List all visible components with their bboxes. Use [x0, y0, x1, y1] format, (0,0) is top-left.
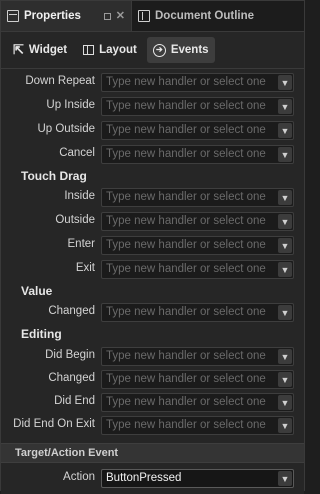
dropdown-arrow-icon[interactable]: ▼: [278, 305, 292, 320]
dropdown-arrow-icon[interactable]: ▼: [278, 238, 292, 253]
event-row: Changed Type new handler or select one ▼: [1, 368, 304, 392]
subtab-widget-label: Widget: [28, 44, 68, 56]
handler-combo[interactable]: Type new handler or select one ▼: [101, 303, 294, 322]
event-row: Did Begin Type new handler or select one…: [1, 345, 304, 369]
event-label: Exit: [75, 262, 95, 274]
dropdown-arrow-icon[interactable]: ▼: [278, 99, 292, 114]
dropdown-arrow-icon[interactable]: ▼: [278, 147, 292, 162]
handler-placeholder: Type new handler or select one: [106, 396, 266, 408]
handler-combo[interactable]: Type new handler or select one ▼: [101, 393, 294, 412]
handler-placeholder: Type new handler or select one: [106, 419, 266, 431]
subtab-events[interactable]: ➔ Events: [146, 37, 215, 63]
event-label: Down Repeat: [25, 75, 95, 87]
events-icon: ➔: [152, 43, 166, 57]
document-outline-icon: [138, 10, 150, 22]
tab-outline-label: Document Outline: [155, 10, 255, 22]
handler-combo[interactable]: Type new handler or select one ▼: [101, 260, 294, 279]
handler-placeholder: Type new handler or select one: [106, 148, 266, 160]
event-row: Outside Type new handler or select one ▼: [1, 210, 304, 234]
event-row: Enter Type new handler or select one ▼: [1, 234, 304, 258]
section-editing: Editing: [21, 327, 62, 341]
subtab-layout[interactable]: Layout: [77, 37, 143, 63]
handler-combo[interactable]: Type new handler or select one ▼: [101, 145, 294, 164]
action-combo[interactable]: ButtonPressed ▼: [101, 469, 294, 488]
target-action-header: Target/Action Event: [1, 443, 304, 463]
dropdown-arrow-icon[interactable]: ▼: [278, 372, 292, 387]
handler-placeholder: Type new handler or select one: [106, 100, 266, 112]
subtab-widget[interactable]: ⇱ Widget: [7, 37, 73, 63]
handler-placeholder: Type new handler or select one: [106, 306, 266, 318]
event-row: Did End Type new handler or select one ▼: [1, 391, 304, 415]
section-value: Value: [21, 284, 53, 298]
handler-placeholder: Type new handler or select one: [106, 373, 266, 385]
event-row: Down Repeat Type new handler or select o…: [1, 71, 304, 95]
tab-properties-label: Properties: [24, 10, 81, 22]
event-row: Up Inside Type new handler or select one…: [1, 95, 304, 119]
handler-placeholder: Type new handler or select one: [106, 76, 266, 88]
event-row: Exit Type new handler or select one ▼: [1, 258, 304, 282]
action-row: Action ButtonPressed ▼: [1, 467, 304, 491]
action-value: ButtonPressed: [106, 472, 182, 484]
handler-combo[interactable]: Type new handler or select one ▼: [101, 97, 294, 116]
target-action-body: Action ButtonPressed ▼: [1, 463, 304, 494]
dropdown-arrow-icon[interactable]: ▼: [278, 471, 292, 486]
pointer-arrow-icon: ⇱: [13, 42, 24, 57]
event-label: Up Inside: [46, 99, 95, 111]
dropdown-arrow-icon[interactable]: ▼: [278, 262, 292, 277]
tab-properties[interactable]: Properties ✕: [1, 1, 132, 31]
handler-combo[interactable]: Type new handler or select one ▼: [101, 188, 294, 207]
property-subtabs: ⇱ Widget Layout ➔ Events: [1, 32, 304, 69]
handler-placeholder: Type new handler or select one: [106, 215, 266, 227]
handler-placeholder: Type new handler or select one: [106, 191, 266, 203]
event-label: Did Begin: [45, 349, 95, 361]
section-touch-drag: Touch Drag: [21, 169, 87, 183]
handler-combo[interactable]: Type new handler or select one ▼: [101, 212, 294, 231]
maximize-icon[interactable]: [103, 12, 111, 20]
event-label: Outside: [55, 214, 95, 226]
action-label: Action: [63, 471, 95, 483]
properties-panel: Properties ✕ Document Outline ⇱ Widget L…: [0, 0, 305, 494]
panel-tab-strip: Properties ✕ Document Outline: [1, 1, 304, 32]
handler-combo[interactable]: Type new handler or select one ▼: [101, 236, 294, 255]
event-label: Up Outside: [37, 123, 95, 135]
layout-icon: [83, 45, 95, 55]
handler-combo[interactable]: Type new handler or select one ▼: [101, 73, 294, 92]
dropdown-arrow-icon[interactable]: ▼: [278, 349, 292, 364]
target-action-title: Target/Action Event: [15, 447, 119, 459]
handler-placeholder: Type new handler or select one: [106, 350, 266, 362]
event-label: Changed: [48, 372, 95, 384]
subtab-events-label: Events: [170, 44, 209, 56]
tab-document-outline[interactable]: Document Outline: [132, 1, 304, 31]
event-row: Did End On Exit Type new handler or sele…: [1, 414, 304, 438]
handler-placeholder: Type new handler or select one: [106, 124, 266, 136]
dropdown-arrow-icon[interactable]: ▼: [278, 418, 292, 433]
event-row: Up Outside Type new handler or select on…: [1, 119, 304, 143]
close-icon[interactable]: ✕: [116, 10, 125, 22]
handler-combo[interactable]: Type new handler or select one ▼: [101, 121, 294, 140]
dropdown-arrow-icon[interactable]: ▼: [278, 190, 292, 205]
dropdown-arrow-icon[interactable]: ▼: [278, 123, 292, 138]
handler-combo[interactable]: Type new handler or select one ▼: [101, 416, 294, 435]
event-row: Inside Type new handler or select one ▼: [1, 186, 304, 210]
event-label: Did End: [54, 395, 95, 407]
event-label: Inside: [64, 190, 95, 202]
event-label: Cancel: [59, 147, 95, 159]
handler-placeholder: Type new handler or select one: [106, 239, 266, 251]
properties-panel-icon: [7, 10, 19, 22]
dropdown-arrow-icon[interactable]: ▼: [278, 395, 292, 410]
handler-combo[interactable]: Type new handler or select one ▼: [101, 370, 294, 389]
event-label: Enter: [67, 238, 96, 250]
dropdown-arrow-icon[interactable]: ▼: [278, 214, 292, 229]
event-row: Cancel Type new handler or select one ▼: [1, 143, 304, 167]
event-label: Changed: [48, 305, 95, 317]
subtab-layout-label: Layout: [99, 44, 137, 56]
handler-combo[interactable]: Type new handler or select one ▼: [101, 347, 294, 366]
handler-placeholder: Type new handler or select one: [106, 263, 266, 275]
event-row: Changed Type new handler or select one ▼: [1, 301, 304, 325]
event-label: Did End On Exit: [13, 418, 95, 430]
dropdown-arrow-icon[interactable]: ▼: [278, 75, 292, 90]
